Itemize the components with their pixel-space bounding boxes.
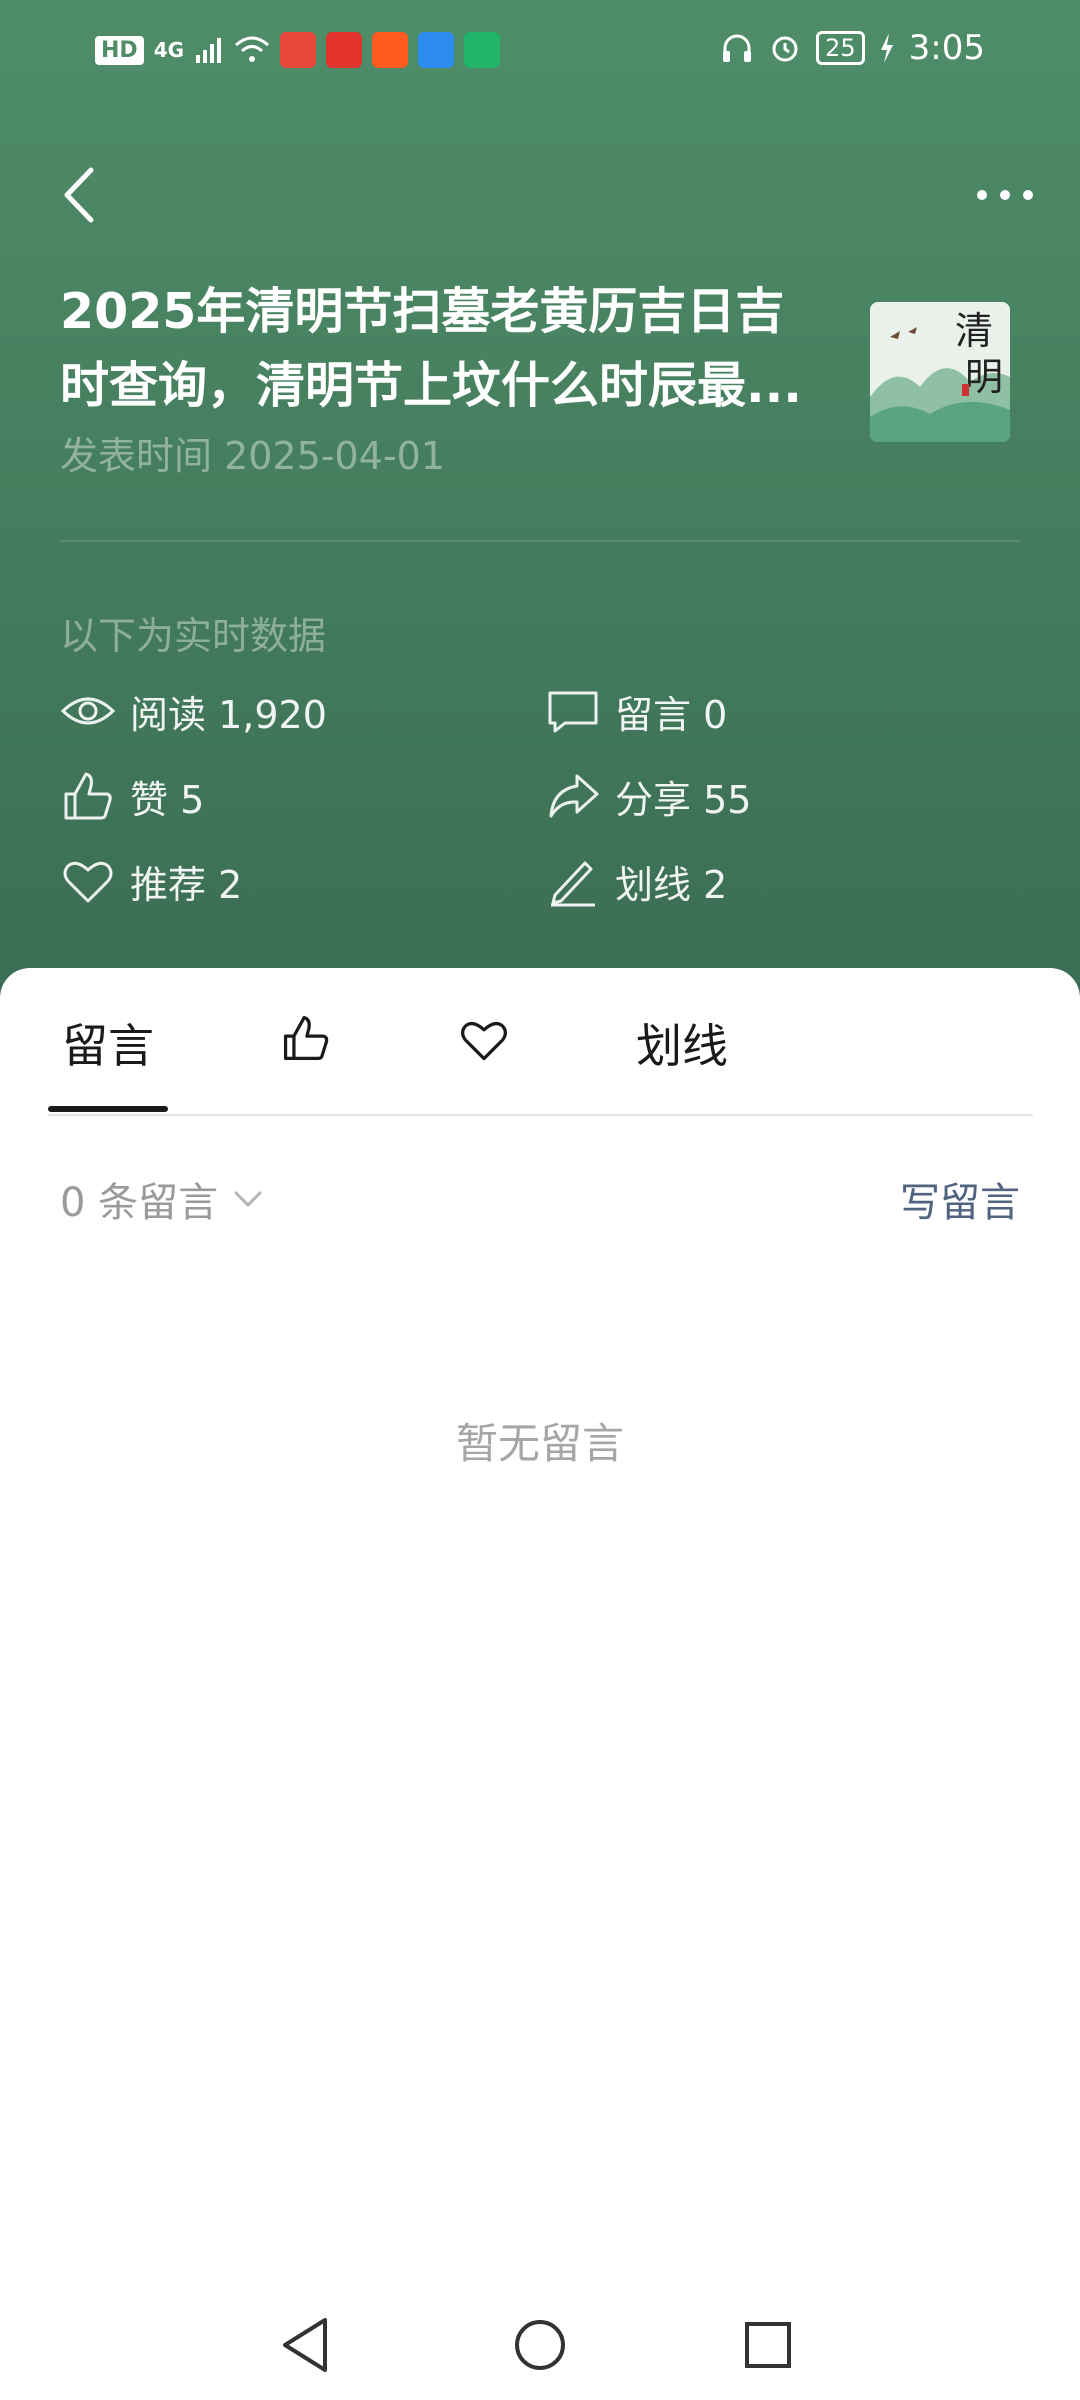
article-title[interactable]: 2025年清明节扫墓老黄历吉日吉时查询，清明节上坟什么时辰最... [60, 275, 820, 423]
hd-indicator: HD [95, 35, 144, 65]
more-icon[interactable] [965, 170, 1045, 220]
app-notification-icon [280, 32, 317, 68]
charging-icon [880, 33, 893, 63]
tab-recommend-heart-icon[interactable] [458, 1014, 510, 1066]
stat-comment-label: 留言 0 [615, 692, 728, 737]
article-thumbnail[interactable]: 清 明 [870, 302, 1010, 442]
chevron-down-icon [234, 1191, 262, 1207]
clock: 3:05 [908, 28, 985, 68]
stat-recommend: 推荐 2 [60, 853, 242, 909]
status-bar: HD 4G 25 3:05 [0, 0, 1080, 110]
app-notification-icon [418, 32, 455, 68]
stat-like-label: 赞 5 [130, 777, 205, 822]
alarm-icon [772, 36, 798, 62]
active-tab-indicator [48, 1106, 168, 1112]
eye-icon [60, 697, 116, 725]
stat-underline-label: 划线 2 [615, 862, 728, 907]
network-type: 4G [153, 38, 185, 62]
thumbs-up-icon [64, 772, 112, 820]
stat-share: 分享 55 [545, 768, 751, 824]
tab-likes-thumbs-up-icon[interactable] [280, 1012, 332, 1064]
app-notification-icon [326, 32, 363, 68]
heart-icon [63, 861, 113, 903]
comment-icon [548, 691, 598, 733]
stat-share-label: 分享 55 [615, 777, 752, 822]
status-left: HD 4G [95, 32, 501, 68]
divider [60, 540, 1020, 542]
headphones-icon [723, 34, 752, 62]
write-comment-button[interactable]: 写留言 [900, 1170, 1020, 1228]
stat-underline: 划线 2 [545, 853, 727, 909]
tab-comments[interactable]: 留言 [62, 1010, 154, 1076]
status-right: 25 3:05 [720, 28, 985, 68]
comment-count-label: 0 条留言 [60, 1180, 219, 1226]
signal-icon [196, 38, 222, 63]
pen-icon [551, 861, 595, 907]
tabs-divider [48, 1114, 1033, 1116]
battery-indicator: 25 [816, 31, 865, 65]
share-icon [549, 774, 599, 818]
app-notification-icon [464, 32, 501, 68]
nav-recents-square-icon[interactable] [733, 2310, 803, 2380]
thumbnail-text: 明 [965, 355, 1003, 399]
wifi-icon [235, 36, 270, 62]
nav-home-circle-icon[interactable] [505, 2310, 575, 2380]
comment-count-dropdown[interactable]: 0 条留言 [60, 1170, 268, 1228]
nav-back-triangle-icon[interactable] [273, 2310, 343, 2380]
back-icon[interactable] [55, 160, 105, 230]
realtime-data-label: 以下为实时数据 [60, 614, 327, 658]
stat-like: 赞 5 [60, 768, 204, 824]
tab-underline[interactable]: 划线 [636, 1010, 728, 1076]
stat-read: 阅读 1,920 [60, 683, 327, 739]
taobao-icon [372, 32, 409, 68]
stat-comment: 留言 0 [545, 683, 727, 739]
stat-recommend-label: 推荐 2 [130, 862, 243, 907]
publish-time: 发表时间 2025-04-01 [60, 434, 445, 478]
stat-read-label: 阅读 1,920 [130, 692, 327, 737]
empty-comments-text: 暂无留言 [455, 1419, 624, 1468]
thumbnail-text: 清 [955, 309, 993, 353]
